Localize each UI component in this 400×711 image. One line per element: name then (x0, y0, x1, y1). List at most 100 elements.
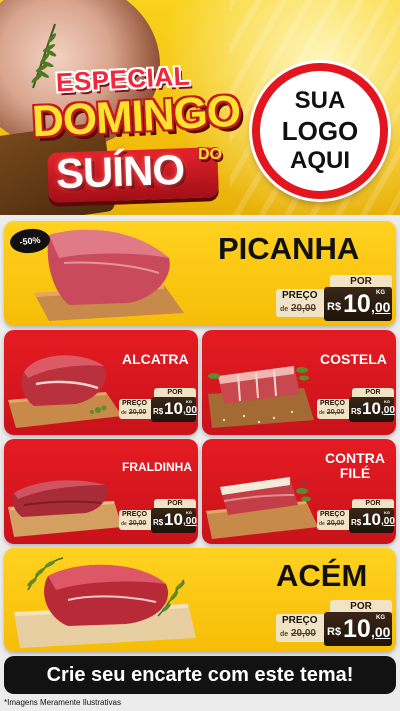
old-price: de 20,00 (319, 520, 344, 527)
old-price: de 20,00 (121, 520, 146, 527)
price-tag: POR PREÇO de 20,00 R$ 10 KG ,00 (119, 388, 197, 422)
current-price: R$ 10 KG ,00 (349, 397, 395, 422)
cta-text: Crie seu encarte com este tema! (46, 663, 354, 686)
product-card-alcatra[interactable]: ALCATRA POR PREÇO de 20,00 R$ 10 KG ,00 (4, 330, 198, 435)
de-label: de (319, 521, 325, 527)
alcatra-image (8, 355, 122, 428)
unit-label: KG (376, 615, 385, 621)
unit-label: KG (186, 510, 192, 515)
preco-label: PREÇO (122, 400, 147, 407)
current-price: R$ 10 KG ,00 (349, 508, 395, 533)
preco-label: PREÇO (282, 290, 318, 301)
price-tag: POR PREÇO de 20,00 R$ 10 KG ,00 (317, 499, 395, 533)
de-label: de (121, 521, 127, 527)
price-tag: POR PREÇO de 20,00 R$ 10 KG ,00 (276, 600, 392, 646)
unit-label: KG (384, 510, 390, 515)
product-name-line-2: FILÉ (339, 464, 371, 481)
price-integer: 10 (164, 399, 183, 418)
promo-title: ESPECIAL DOMINGO DO SUÍNO (30, 60, 260, 203)
price-integer: 10 (362, 510, 381, 529)
currency-symbol: R$ (351, 518, 362, 527)
current-price: R$ 10 KG ,00 (151, 397, 197, 422)
price-integer: 10 (343, 290, 371, 318)
price-integer: 10 (164, 510, 183, 529)
logo-line-1: SUA (294, 87, 346, 114)
de-label: de (319, 410, 325, 416)
currency-symbol: R$ (327, 626, 342, 638)
por-label: POR (330, 600, 392, 612)
price-cents: ,00 (381, 405, 395, 416)
title-do: DO (198, 146, 222, 163)
unit-label: KG (186, 399, 192, 404)
old-price-box: PREÇO de 20,00 (119, 399, 153, 419)
product-name: COSTELA (320, 351, 387, 367)
price-cents: ,00 (371, 624, 391, 640)
product-card-acem[interactable]: ACÉM POR PREÇO de 20,00 R$ 10 KG ,00 (4, 548, 396, 652)
price-cents: ,00 (381, 516, 395, 527)
old-price-value: 20,00 (290, 628, 316, 639)
product-card-contra-file[interactable]: CONTRA FILÉ POR PREÇO de 20,00 R$ 10 KG … (202, 439, 396, 544)
price-integer: 10 (362, 399, 381, 418)
current-price: R$ 10 KG ,00 (324, 612, 392, 646)
contra-file-image (206, 477, 318, 539)
logo-line-2: LOGO (281, 116, 359, 146)
old-price: de 20,00 (280, 303, 316, 314)
old-price-box: PREÇO de 20,00 (276, 289, 326, 317)
disclaimer-text: *Imagens Meramente Ilustrativas (4, 698, 121, 707)
current-price: R$ 10 KG ,00 (324, 287, 392, 321)
price-tag: POR PREÇO de 20,00 R$ 10 KG ,00 (119, 499, 197, 533)
unit-label: KG (376, 290, 385, 296)
title-suino: SUÍNO (55, 145, 185, 198)
old-price-value: 20,00 (128, 520, 147, 527)
old-price-value: 20,00 (326, 520, 345, 527)
old-price: de 20,00 (280, 628, 316, 639)
por-label: POR (352, 499, 394, 508)
product-name: FRALDINHA (122, 460, 192, 474)
de-label: de (280, 631, 289, 638)
preco-label: PREÇO (122, 511, 147, 518)
price-cents: ,00 (183, 516, 197, 527)
product-name: CONTRA FILÉ (318, 451, 392, 480)
preco-label: PREÇO (282, 615, 318, 626)
fraldinha-image (8, 480, 122, 537)
old-price-box: PREÇO de 20,00 (276, 614, 326, 642)
unit-label: KG (384, 399, 390, 404)
por-label: POR (154, 499, 196, 508)
old-price-value: 20,00 (326, 409, 345, 416)
product-card-picanha[interactable]: -50% PICANHA POR PREÇO de 20,00 R$ 10 KG… (4, 221, 396, 326)
old-price-value: 20,00 (290, 303, 316, 314)
por-label: POR (154, 388, 196, 397)
por-label: POR (330, 275, 392, 287)
header-banner: ESPECIAL DOMINGO DO SUÍNO SUA LOGO AQUI (0, 0, 400, 215)
title-domingo: DOMINGO (30, 86, 242, 147)
product-card-fraldinha[interactable]: FRALDINHA POR PREÇO de 20,00 R$ 10 KG ,0… (4, 439, 198, 544)
costela-image (208, 366, 314, 428)
logo-placeholder[interactable]: SUA LOGO AQUI (252, 63, 388, 199)
price-tag: POR PREÇO de 20,00 R$ 10 KG ,00 (276, 275, 392, 321)
product-name: ALCATRA (122, 351, 189, 367)
price-cents: ,00 (371, 299, 391, 315)
old-price-box: PREÇO de 20,00 (317, 510, 351, 530)
product-card-costela[interactable]: COSTELA POR PREÇO de 20,00 R$ 10 KG ,00 (202, 330, 396, 435)
old-price: de 20,00 (121, 409, 146, 416)
old-price-box: PREÇO de 20,00 (119, 510, 153, 530)
currency-symbol: R$ (153, 407, 164, 416)
de-label: de (121, 410, 127, 416)
currency-symbol: R$ (351, 407, 362, 416)
cta-banner[interactable]: Crie seu encarte com este tema! (4, 656, 396, 694)
preco-label: PREÇO (320, 511, 345, 518)
price-integer: 10 (343, 615, 371, 643)
currency-symbol: R$ (327, 301, 342, 313)
acem-image (14, 557, 196, 648)
price-cents: ,00 (183, 405, 197, 416)
logo-line-3: AQUI (290, 147, 350, 174)
old-price: de 20,00 (319, 409, 344, 416)
price-tag: POR PREÇO de 20,00 R$ 10 KG ,00 (317, 388, 395, 422)
old-price-value: 20,00 (128, 409, 147, 416)
product-name-line-1: CONTRA (325, 450, 385, 466)
product-name: PICANHA (218, 231, 360, 266)
current-price: R$ 10 KG ,00 (151, 508, 197, 533)
currency-symbol: R$ (153, 518, 164, 527)
old-price-box: PREÇO de 20,00 (317, 399, 351, 419)
de-label: de (280, 306, 289, 313)
